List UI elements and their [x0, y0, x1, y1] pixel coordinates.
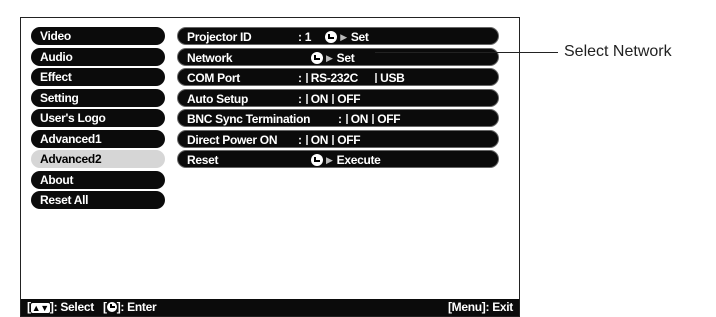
auto-setup-options: : ON OFF	[298, 90, 361, 108]
row-direct-power-on[interactable]: Direct Power ON : ON OFF	[177, 129, 499, 149]
menu-item-audio[interactable]: Audio	[31, 47, 165, 66]
direct-power-label: Direct Power ON	[187, 132, 278, 147]
option-marker-icon	[332, 134, 335, 145]
callout-label: Select Network	[564, 43, 672, 60]
bnc-sync-option-on[interactable]: ON	[351, 112, 369, 126]
arrow-right-icon: ▶	[340, 32, 347, 42]
bnc-sync-colon: :	[338, 112, 342, 126]
footer-select-hint: ]: Select	[49, 300, 94, 314]
option-marker-icon	[305, 93, 308, 104]
row-projector-id[interactable]: Projector ID : 1 ▶ Set	[177, 27, 499, 45]
option-marker-icon	[375, 73, 378, 83]
footer-enter-hint: ]: Enter	[116, 300, 157, 314]
bnc-sync-option-off[interactable]: OFF	[377, 112, 400, 126]
reset-label: Reset	[187, 153, 219, 167]
com-port-colon: :	[298, 71, 302, 85]
com-port-option-rs232c[interactable]: RS-232C	[311, 71, 359, 85]
auto-setup-colon: :	[298, 91, 302, 106]
network-label: Network	[187, 50, 233, 65]
projector-id-number: : 1	[298, 30, 312, 44]
bnc-sync-label: BNC Sync Termination	[187, 112, 311, 126]
option-marker-icon	[345, 114, 348, 124]
callout-leader-line	[375, 52, 558, 53]
reset-value: ▶ Execute	[311, 151, 381, 169]
menu-item-advanced1[interactable]: Advanced1	[31, 129, 165, 148]
up-down-arrow-icon: ▲▼	[30, 303, 50, 313]
menu-item-advanced2[interactable]: Advanced2	[31, 150, 165, 168]
direct-power-colon: :	[298, 132, 302, 147]
row-com-port[interactable]: COM Port : RS-232C USB	[177, 68, 499, 86]
option-marker-icon	[305, 73, 308, 83]
enter-icon	[311, 154, 323, 166]
reset-action: Execute	[336, 153, 381, 167]
arrow-right-icon: ▶	[326, 155, 333, 165]
direct-power-option-on[interactable]: ON	[311, 133, 329, 147]
enter-icon	[311, 51, 323, 64]
key-guide-footer: [▲▼]: Select []: Enter [Menu]: Exit	[21, 299, 519, 316]
option-marker-icon	[332, 93, 335, 104]
arrow-right-icon: ▶	[326, 52, 333, 63]
network-value: ▶ Set	[311, 49, 355, 67]
com-port-option-usb[interactable]: USB	[380, 71, 405, 85]
com-port-options: : RS-232C USB	[298, 69, 405, 87]
com-port-label: COM Port	[187, 71, 240, 85]
main-menu: Video Audio Effect Setting User's Logo A…	[31, 27, 165, 212]
menu-item-reset-all[interactable]: Reset All	[31, 191, 165, 209]
footer-exit-hint: [Menu]: Exit	[447, 300, 513, 314]
auto-setup-option-on[interactable]: ON	[311, 92, 329, 106]
projector-menu-screen: Video Audio Effect Setting User's Logo A…	[20, 17, 520, 317]
menu-item-about[interactable]: About	[31, 170, 165, 189]
direct-power-options: : ON OFF	[298, 131, 361, 149]
row-reset[interactable]: Reset ▶ Execute	[177, 150, 499, 168]
auto-setup-option-off[interactable]: OFF	[337, 92, 360, 106]
projector-id-action: Set	[350, 30, 369, 44]
projector-id-label: Projector ID	[187, 30, 252, 44]
bnc-sync-options: : ON OFF	[338, 110, 401, 128]
row-network[interactable]: Network ▶ Set	[177, 47, 499, 67]
option-marker-icon	[305, 134, 308, 145]
network-action: Set	[336, 50, 355, 65]
projector-id-value: : 1 ▶ Set	[298, 28, 369, 46]
menu-item-setting[interactable]: Setting	[31, 88, 165, 107]
menu-item-effect[interactable]: Effect	[31, 68, 165, 86]
enter-icon	[106, 302, 117, 312]
advanced2-submenu: Projector ID : 1 ▶ Set Network ▶ Set COM P…	[177, 27, 499, 171]
direct-power-option-off[interactable]: OFF	[337, 133, 360, 147]
enter-icon	[325, 31, 338, 43]
menu-item-users-logo[interactable]: User's Logo	[31, 109, 165, 127]
option-marker-icon	[372, 114, 375, 124]
row-auto-setup[interactable]: Auto Setup : ON OFF	[177, 88, 499, 108]
menu-item-video[interactable]: Video	[31, 27, 165, 45]
footer-key-hints: [▲▼]: Select []: Enter	[27, 299, 157, 316]
auto-setup-label: Auto Setup	[187, 91, 248, 106]
row-bnc-sync-termination[interactable]: BNC Sync Termination : ON OFF	[177, 109, 499, 127]
